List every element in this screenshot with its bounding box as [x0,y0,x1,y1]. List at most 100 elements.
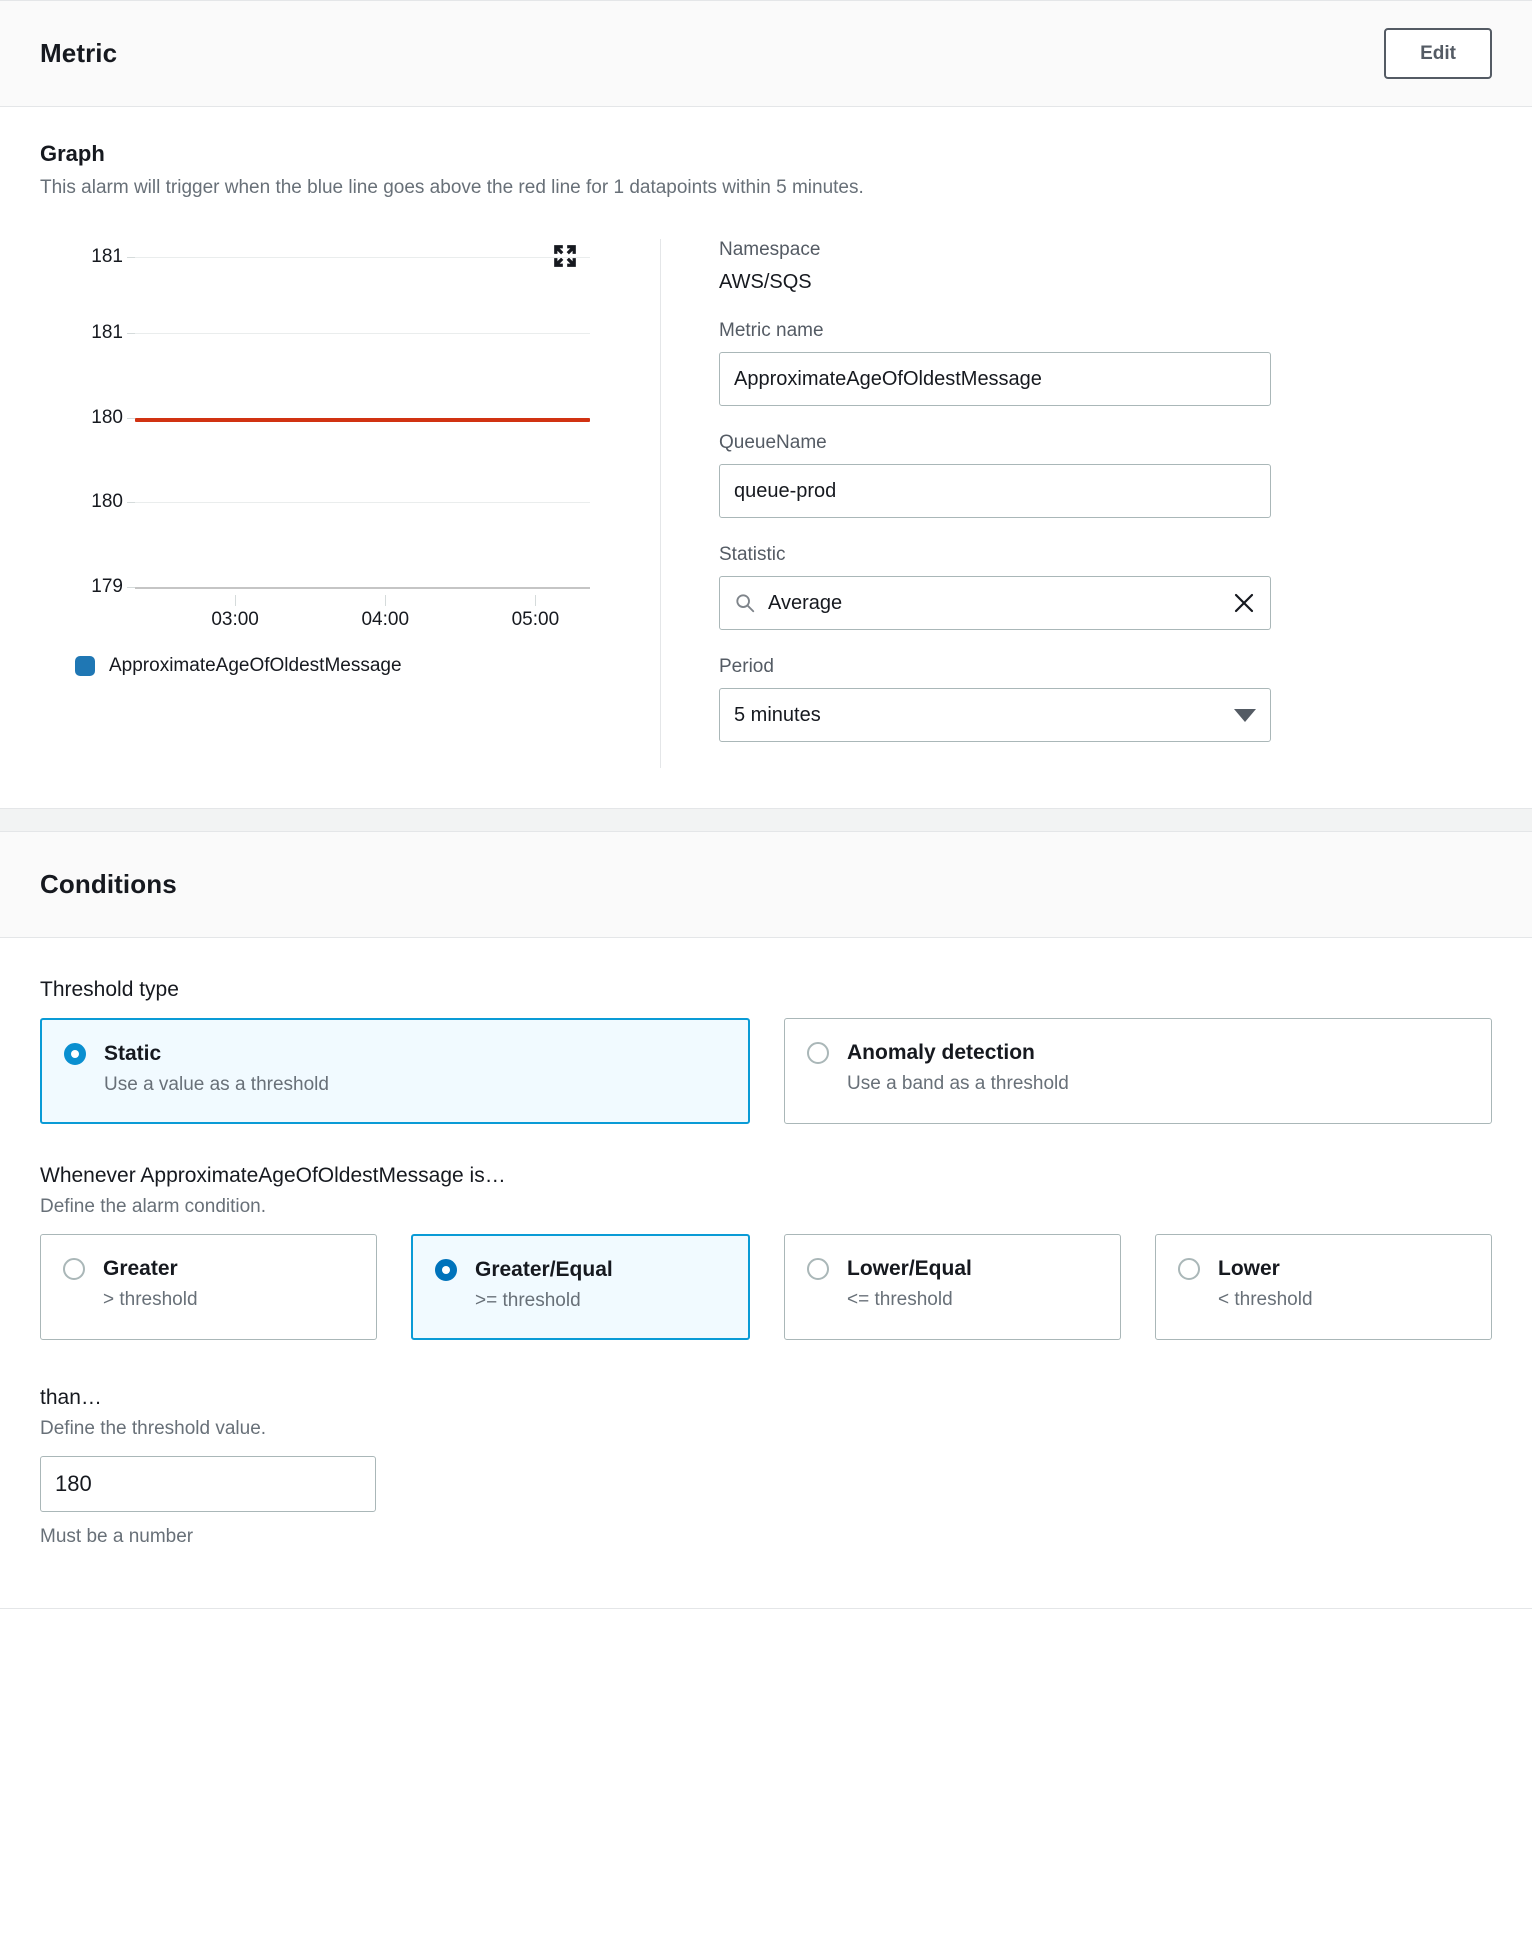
option-description: < threshold [1218,1289,1313,1310]
y-axis-tick [127,502,135,504]
metric-fields-column: Namespace AWS/SQS Metric name Approximat… [661,239,1492,768]
comparison-option-lower-equal[interactable]: Lower/Equal <= threshold [784,1234,1121,1340]
graph-heading: Graph [40,141,105,166]
threshold-value-section: than… Define the threshold value. Must b… [40,1386,1492,1548]
x-axis-label: 04:00 [361,609,410,630]
metric-name-input[interactable]: ApproximateAgeOfOldestMessage [719,352,1271,406]
period-label: Period [719,656,774,677]
x-axis-tick [385,595,387,606]
section-divider [0,809,1532,831]
chart-gridline [135,502,590,504]
namespace-value: AWS/SQS [719,271,812,293]
y-axis-tick [127,417,135,419]
y-axis-label: 179 [91,575,123,597]
whenever-label: Whenever ApproximateAgeOfOldestMessage i… [40,1164,506,1187]
chart-gridline [135,333,590,335]
chart-plot-area: 181 181 180 180 179 03:00 04:00 05:00 [91,246,590,630]
metric-chart: 181 181 180 180 179 03:00 04:00 05:00 [40,239,600,639]
queue-name-label: QueueName [719,432,827,453]
metric-columns: 181 181 180 180 179 03:00 04:00 05:00 Approxima… [40,239,1492,768]
conditions-title: Conditions [40,869,177,899]
option-label: Anomaly detection [847,1041,1035,1064]
tile-head: Greater [63,1257,354,1281]
threshold-type-label: Threshold type [40,978,179,1001]
namespace-field: Namespace AWS/SQS [719,239,1467,294]
metric-name-field: Metric name ApproximateAgeOfOldestMessag… [719,320,1467,406]
radio-icon[interactable] [63,1258,85,1280]
graph-description: This alarm will trigger when the blue li… [40,177,864,198]
option-description: Use a value as a threshold [104,1074,329,1095]
tile-head: Anomaly detection [807,1041,1469,1065]
graph-column: 181 181 180 180 179 03:00 04:00 05:00 Approxima… [40,239,660,768]
radio-icon[interactable] [435,1259,457,1281]
y-axis-tick [127,333,135,335]
x-axis-tick [535,595,537,606]
y-axis-label: 181 [91,322,123,344]
metric-name-value: ApproximateAgeOfOldestMessage [734,367,1042,390]
y-axis-tick [127,257,135,258]
x-axis-label: 05:00 [511,609,560,630]
radio-icon[interactable] [1178,1258,1200,1280]
option-label: Lower [1218,1257,1280,1280]
comparison-option-lower[interactable]: Lower < threshold [1155,1234,1492,1340]
than-description: Define the threshold value. [40,1418,267,1439]
queue-name-input[interactable]: queue-prod [719,464,1271,518]
radio-icon[interactable] [807,1258,829,1280]
tile-head: Greater/Equal [435,1258,726,1282]
queue-name-field: QueueName queue-prod [719,432,1467,518]
option-description: > threshold [103,1289,198,1310]
edit-button[interactable]: Edit [1384,28,1492,79]
y-axis-label: 180 [91,406,123,428]
option-description: Use a band as a threshold [847,1073,1069,1094]
chart-gridline [135,257,590,258]
conditions-panel: Conditions Threshold type Static Use a v… [0,831,1532,1609]
chevron-down-icon[interactable] [1234,708,1256,722]
statistic-value: Average [768,591,843,614]
y-axis-label: 181 [91,246,123,267]
option-label: Static [104,1042,162,1065]
than-label: than… [40,1386,102,1409]
legend-color-swatch [75,656,95,676]
option-label: Greater/Equal [475,1258,613,1281]
comparison-option-greater-equal[interactable]: Greater/Equal >= threshold [411,1234,750,1340]
threshold-value-input[interactable] [40,1456,376,1512]
queue-name-value: queue-prod [734,479,837,502]
metric-name-label: Metric name [719,320,824,341]
metric-panel: Metric Edit Graph This alarm will trigge… [0,0,1532,809]
threshold-helper-text: Must be a number [40,1526,194,1547]
threshold-line [135,417,590,422]
y-axis-label: 180 [91,491,123,513]
conditions-panel-header: Conditions [0,832,1532,938]
option-label: Lower/Equal [847,1257,972,1280]
chart-gridline [135,586,590,589]
statistic-label: Statistic [719,544,786,565]
threshold-type-options: Static Use a value as a threshold Anomal… [40,1018,1492,1124]
close-icon[interactable] [1232,591,1256,615]
threshold-type-option-anomaly-detection[interactable]: Anomaly detection Use a band as a thresh… [784,1018,1492,1124]
period-field: Period 5 minutes [719,656,1467,742]
option-label: Greater [103,1257,178,1280]
threshold-type-option-static[interactable]: Static Use a value as a threshold [40,1018,750,1124]
x-axis-tick [235,595,237,606]
search-icon [734,592,756,614]
metric-panel-body: Graph This alarm will trigger when the b… [0,107,1532,808]
x-axis-label: 03:00 [211,609,259,630]
namespace-label: Namespace [719,239,821,260]
statistic-field: Statistic Average [719,544,1467,630]
y-axis-tick [127,586,135,588]
period-select[interactable]: 5 minutes [719,688,1271,742]
legend-series-label: ApproximateAgeOfOldestMessage [109,655,402,676]
radio-icon[interactable] [807,1042,829,1064]
comparison-option-greater[interactable]: Greater > threshold [40,1234,377,1340]
whenever-description: Define the alarm condition. [40,1196,267,1217]
page-title: Metric [40,38,118,68]
tile-head: Lower/Equal [807,1257,1098,1281]
metric-panel-header: Metric Edit [0,1,1532,107]
alarm-configuration-page: Metric Edit Graph This alarm will trigge… [0,0,1532,1944]
chart-legend: ApproximateAgeOfOldestMessage [75,655,660,677]
conditions-body: Threshold type Static Use a value as a t… [0,938,1532,1608]
option-description: >= threshold [475,1290,581,1311]
comparison-operator-options: Greater > threshold Greater/Equal >= thr… [40,1234,1492,1340]
radio-icon[interactable] [64,1043,86,1065]
statistic-input[interactable]: Average [719,576,1271,630]
